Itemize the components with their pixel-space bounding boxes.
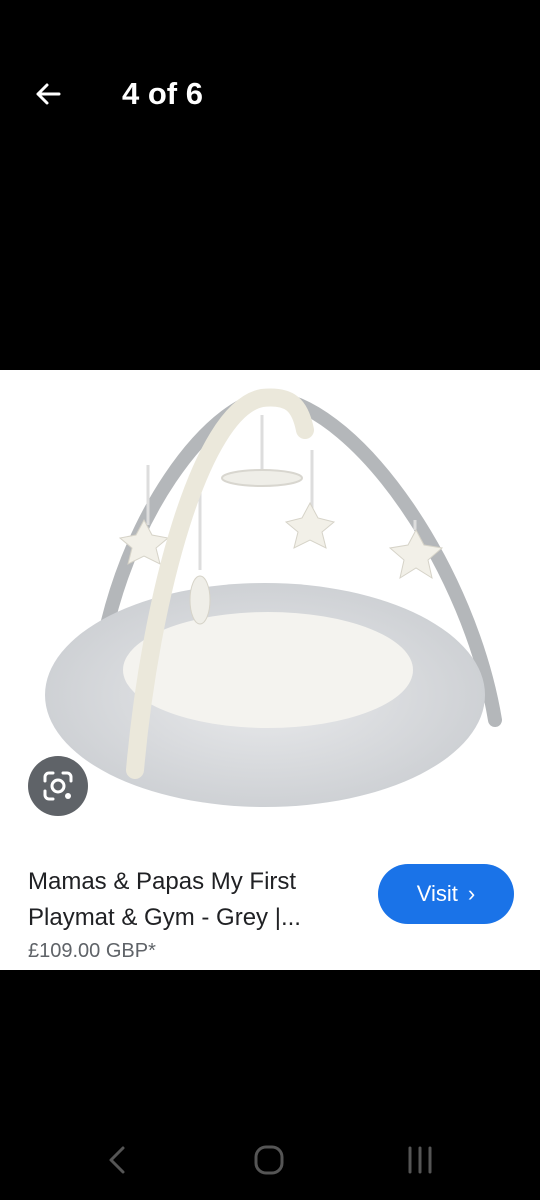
back-button[interactable] xyxy=(24,72,72,116)
product-price: £109.00 GBP* xyxy=(28,940,156,962)
arrow-left-icon xyxy=(36,83,61,105)
nav-home-button[interactable] xyxy=(239,1140,299,1180)
google-lens-button[interactable] xyxy=(28,756,88,816)
chevron-right-icon: › xyxy=(467,881,476,906)
product-info-panel: Mamas & Papas My First Playmat & Gym - G… xyxy=(0,840,540,970)
visit-button[interactable]: Visit › xyxy=(378,864,514,924)
product-title[interactable]: Mamas & Papas My First Playmat & Gym - G… xyxy=(28,864,348,936)
viewer-header: 4 of 6 xyxy=(0,0,540,190)
image-counter: 4 of 6 xyxy=(122,76,203,111)
nav-back-icon xyxy=(109,1146,125,1174)
system-navigation-bar xyxy=(0,1120,540,1200)
nav-recents-button[interactable] xyxy=(390,1140,450,1180)
google-lens-icon xyxy=(43,771,73,801)
nav-recents-icon xyxy=(408,1146,432,1174)
nav-back-button[interactable] xyxy=(88,1140,148,1180)
nav-home-icon xyxy=(254,1145,284,1175)
visit-button-label: Visit xyxy=(416,881,458,906)
